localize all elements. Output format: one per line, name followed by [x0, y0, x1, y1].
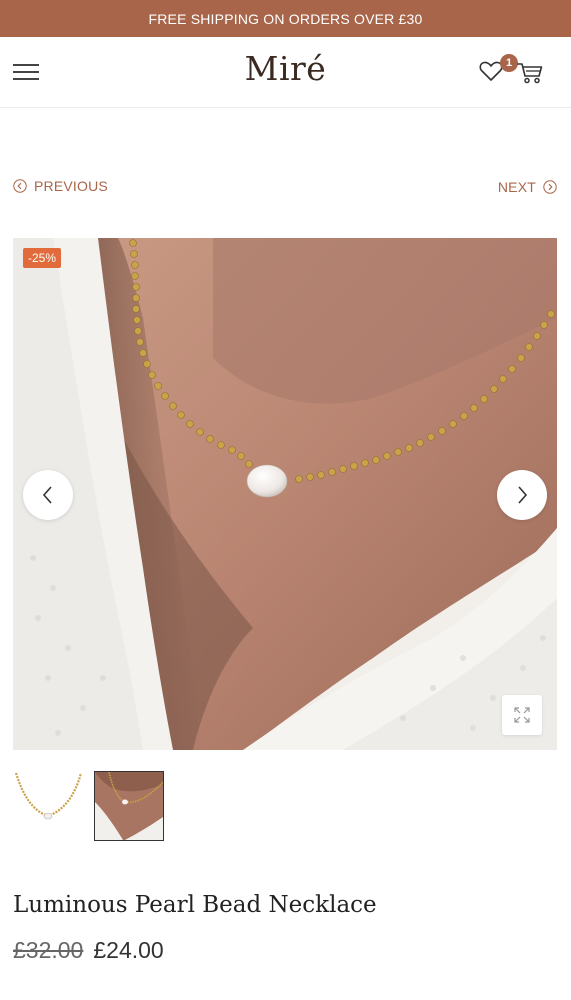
site-header: Miré 1 — [0, 37, 571, 108]
promo-bar: FREE SHIPPING ON ORDERS OVER £30 — [0, 0, 571, 37]
cart-icon[interactable] — [516, 59, 544, 85]
discount-badge: -25% — [23, 248, 62, 268]
product-title: Luminous Pearl Bead Necklace — [13, 892, 377, 918]
original-price: £32.00 — [13, 937, 84, 963]
price-row: £32.00 £24.00 — [13, 937, 164, 964]
next-label: NEXT — [497, 179, 536, 195]
chevron-left-circle-icon — [13, 179, 27, 193]
expand-icon — [514, 707, 530, 723]
slider-prev-button[interactable] — [23, 470, 73, 520]
previous-label: PREVIOUS — [34, 178, 108, 194]
sale-price: £24.00 — [93, 937, 164, 963]
thumbnail-necklace-product[interactable] — [13, 771, 83, 841]
promo-text: FREE SHIPPING ON ORDERS OVER £30 — [148, 10, 423, 27]
chevron-right-icon — [518, 486, 528, 504]
product-image-gallery[interactable]: -25% — [13, 238, 557, 750]
thumbnail-necklace-worn[interactable] — [94, 771, 164, 841]
chevron-right-circle-icon — [543, 180, 557, 194]
next-product-link[interactable]: NEXT — [498, 179, 557, 195]
previous-product-link[interactable]: PREVIOUS — [13, 178, 108, 194]
necklace-product-photo — [13, 238, 557, 750]
zoom-button[interactable] — [502, 695, 542, 735]
slider-next-button[interactable] — [497, 470, 547, 520]
chevron-left-icon — [42, 486, 52, 504]
